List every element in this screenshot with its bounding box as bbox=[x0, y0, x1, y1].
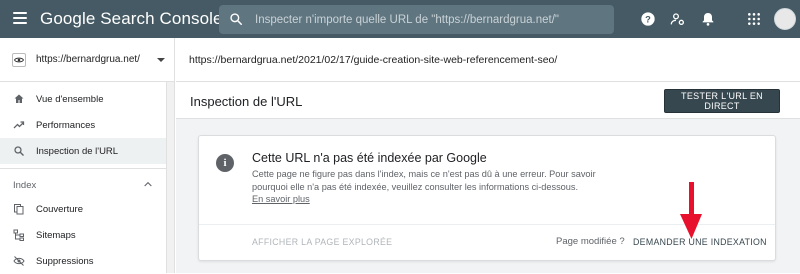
learn-more-link[interactable]: En savoir plus bbox=[252, 194, 310, 204]
sidebar-item-url-inspection[interactable]: Inspection de l'URL bbox=[0, 138, 166, 164]
sidebar-item-removals[interactable]: Suppressions bbox=[0, 248, 166, 274]
annotation-arrow-icon bbox=[680, 182, 702, 239]
page-title: Inspection de l'URL bbox=[190, 94, 303, 109]
svg-text:?: ? bbox=[645, 14, 651, 24]
sidebar-item-overview[interactable]: Vue d'ensemble bbox=[0, 86, 166, 112]
sidebar-item-coverage[interactable]: Couverture bbox=[0, 196, 166, 222]
sidebar-item-label: Vue d'ensemble bbox=[36, 94, 104, 105]
search-icon bbox=[230, 13, 243, 26]
menu-icon[interactable] bbox=[13, 12, 27, 24]
eye-icon bbox=[12, 53, 26, 67]
visibility-off-icon bbox=[13, 256, 25, 266]
manage-accounts-icon[interactable] bbox=[668, 9, 688, 29]
main-header: Inspection de l'URL TESTER L'URL EN DIRE… bbox=[176, 83, 800, 119]
app-title[interactable]: Google Search Console bbox=[40, 9, 223, 29]
home-icon bbox=[14, 94, 24, 103]
sidebar-item-sitemaps[interactable]: Sitemaps bbox=[0, 222, 166, 248]
page-modified-label: Page modifiée ? bbox=[556, 236, 625, 247]
app-header: Google Search Console ? bbox=[0, 0, 800, 38]
sidebar-section-index[interactable]: Index bbox=[13, 180, 36, 191]
sidebar-item-performance[interactable]: Performances bbox=[0, 112, 166, 138]
property-label: https://bernardgrua.net/ bbox=[36, 54, 140, 65]
chevron-down-icon bbox=[157, 58, 165, 62]
inspected-url: https://bernardgrua.net/2021/02/17/guide… bbox=[189, 54, 558, 66]
sidebar-item-label: Inspection de l'URL bbox=[36, 146, 119, 157]
search-icon bbox=[14, 146, 24, 156]
sidebar-item-label: Sitemaps bbox=[36, 230, 76, 241]
trending-up-icon bbox=[13, 121, 25, 129]
sidebar-item-label: Performances bbox=[36, 120, 96, 131]
url-search-box[interactable] bbox=[219, 5, 614, 34]
view-crawled-page-button[interactable]: AFFICHER LA PAGE EXPLORÉE bbox=[252, 237, 392, 247]
card-description: Cette page ne figure pas dans l'index, m… bbox=[252, 169, 596, 192]
chevron-up-icon[interactable] bbox=[144, 180, 152, 188]
card-title: Cette URL n'a pas été indexée par Google bbox=[252, 151, 487, 165]
sidebar: Vue d'ensemble Performances Inspection d… bbox=[0, 82, 166, 273]
test-live-url-button[interactable]: TESTER L'URL EN DIRECT bbox=[664, 89, 780, 113]
help-icon[interactable]: ? bbox=[638, 9, 658, 29]
sitemap-icon bbox=[13, 229, 24, 241]
file-copy-icon bbox=[14, 204, 24, 215]
avatar[interactable] bbox=[774, 8, 796, 30]
sidebar-item-label: Suppressions bbox=[36, 256, 94, 267]
notifications-icon[interactable] bbox=[698, 9, 718, 29]
sidebar-scrollbar[interactable] bbox=[166, 82, 175, 273]
info-icon: i bbox=[216, 154, 234, 172]
sidebar-divider bbox=[0, 168, 166, 169]
sidebar-item-label: Couverture bbox=[36, 204, 83, 215]
property-selector[interactable]: https://bernardgrua.net/ bbox=[0, 38, 175, 82]
url-search-input[interactable] bbox=[255, 5, 605, 34]
apps-icon[interactable] bbox=[744, 9, 764, 29]
inspected-url-bar: https://bernardgrua.net/2021/02/17/guide… bbox=[176, 38, 800, 82]
main-content: Inspection de l'URL TESTER L'URL EN DIRE… bbox=[176, 83, 800, 273]
